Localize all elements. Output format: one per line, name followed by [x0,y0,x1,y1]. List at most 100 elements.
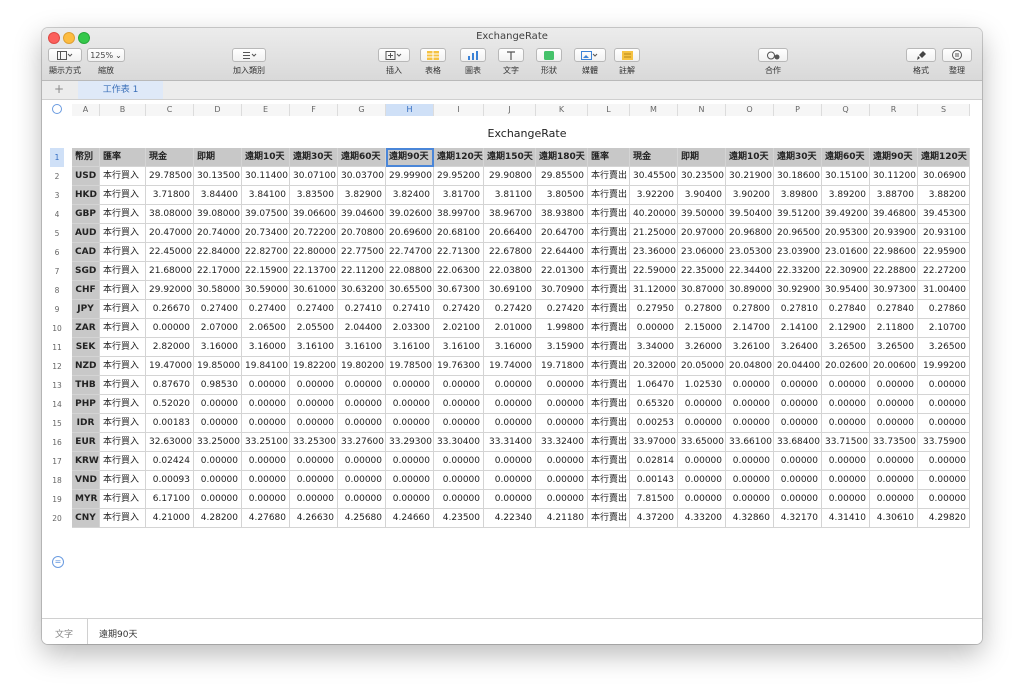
table-cell[interactable]: 0.00000 [386,414,434,433]
table-cell[interactable]: 3.16000 [194,338,242,357]
table-cell[interactable]: 本行賣出 [588,395,630,414]
table-cell[interactable]: 0.00000 [146,319,194,338]
table-cell[interactable]: 2.10700 [918,319,970,338]
table-cell[interactable]: 4.32170 [774,509,822,528]
table-cell[interactable]: 本行買入 [100,395,146,414]
table-cell[interactable]: 0.00000 [194,490,242,509]
table-cell[interactable]: 0.65320 [630,395,678,414]
table-cell[interactable]: 20.96500 [774,224,822,243]
table-cell[interactable]: 4.31410 [822,509,870,528]
table-cell[interactable]: 20.02600 [822,357,870,376]
table-cell[interactable]: 1.06470 [630,376,678,395]
header-cell[interactable]: 即期 [678,148,726,167]
table-cell[interactable]: 3.26500 [870,338,918,357]
table-cell[interactable]: 本行賣出 [588,338,630,357]
table-cell[interactable]: 33.66100 [726,433,774,452]
table-cell[interactable]: 40.20000 [630,205,678,224]
sheet-canvas[interactable]: ExchangeRate = ABCDEFGHIJKLMNOPQRS123456… [42,100,982,618]
header-cell[interactable]: 遠期10天 [726,148,774,167]
table-cell[interactable]: 23.06000 [678,243,726,262]
table-cell[interactable]: 33.29300 [386,433,434,452]
table-cell[interactable]: 22.35000 [678,262,726,281]
table-cell[interactable]: 2.07000 [194,319,242,338]
table-cell[interactable]: 39.08000 [194,205,242,224]
table-cell[interactable]: 2.01000 [484,319,536,338]
table-cell[interactable]: 20.93900 [870,224,918,243]
table-cell[interactable]: 0.00000 [434,414,484,433]
table-cell[interactable]: 本行買入 [100,490,146,509]
table-cell[interactable]: 0.00000 [870,414,918,433]
tab-sheet-1[interactable]: 工作表 1 [78,81,163,99]
table-cell[interactable]: 30.15100 [822,167,870,186]
table-cell[interactable]: 30.97300 [870,281,918,300]
table-cell[interactable]: 0.00000 [338,376,386,395]
row-number[interactable]: 12 [50,357,64,376]
table-cell[interactable]: 39.07500 [242,205,290,224]
column-letter-A[interactable]: A [72,104,100,116]
table-cell[interactable]: 0.00000 [194,414,242,433]
comment-button[interactable]: 註解 [614,48,640,76]
currency-code-cell[interactable]: CNY [72,509,100,528]
table-cell[interactable]: 3.26500 [822,338,870,357]
row-number[interactable]: 11 [50,338,64,357]
table-cell[interactable]: 0.27950 [630,300,678,319]
column-letter-R[interactable]: R [870,104,918,116]
table-cell[interactable]: 0.00000 [822,414,870,433]
table-cell[interactable]: 4.24660 [386,509,434,528]
row-number[interactable]: 1 [50,148,64,167]
table-cell[interactable]: 3.88700 [870,186,918,205]
table-cell[interactable]: 0.00000 [194,471,242,490]
header-cell[interactable]: 遠期120天 [434,148,484,167]
table-cell[interactable]: 4.21000 [146,509,194,528]
table-cell[interactable]: 22.03800 [484,262,536,281]
table-cell[interactable]: 0.00000 [536,452,588,471]
table-cell[interactable]: 22.95900 [918,243,970,262]
table-cell[interactable]: 3.80500 [536,186,588,205]
table-cell[interactable]: 20.96800 [726,224,774,243]
table-cell[interactable]: 21.25000 [630,224,678,243]
chart-button[interactable]: 圖表 [460,48,486,76]
table-cell[interactable]: 0.00000 [434,376,484,395]
table-cell[interactable]: 本行買入 [100,319,146,338]
table-cell[interactable]: 30.23500 [678,167,726,186]
table-cell[interactable]: 4.29820 [918,509,970,528]
table-cell[interactable]: 0.00000 [822,471,870,490]
table-cell[interactable]: 38.08000 [146,205,194,224]
table-cell[interactable]: 0.00000 [870,452,918,471]
table-cell[interactable]: 33.73500 [870,433,918,452]
table-cell[interactable]: 22.77500 [338,243,386,262]
table-cell[interactable]: 2.11800 [870,319,918,338]
currency-code-cell[interactable]: SGD [72,262,100,281]
table-cell[interactable]: 本行賣出 [588,167,630,186]
table-cell[interactable]: 0.27410 [386,300,434,319]
table-cell[interactable]: 0.00000 [484,452,536,471]
table-cell[interactable]: 39.46800 [870,205,918,224]
currency-code-cell[interactable]: ZAR [72,319,100,338]
table-cell[interactable]: 22.64400 [536,243,588,262]
column-letter-E[interactable]: E [242,104,290,116]
table-cell[interactable]: 0.00000 [678,471,726,490]
table-cell[interactable]: 3.26500 [918,338,970,357]
table-cell[interactable]: 3.16000 [484,338,536,357]
table-cell[interactable]: 0.27400 [194,300,242,319]
currency-code-cell[interactable]: GBP [72,205,100,224]
header-cell[interactable]: 遠期30天 [290,148,338,167]
row-number[interactable]: 5 [50,224,64,243]
column-letter-G[interactable]: G [338,104,386,116]
table-cell[interactable]: 20.93100 [918,224,970,243]
table-cell[interactable]: 20.64700 [536,224,588,243]
table-cell[interactable]: 33.75900 [918,433,970,452]
table-cell[interactable]: 30.21900 [726,167,774,186]
table-cell[interactable]: 4.30610 [870,509,918,528]
table-cell[interactable]: 4.27680 [242,509,290,528]
table-cell[interactable]: 3.26000 [678,338,726,357]
add-sheet-button[interactable]: + [54,82,64,96]
table-cell[interactable]: 30.69100 [484,281,536,300]
table-cell[interactable]: 30.87000 [678,281,726,300]
column-letter-J[interactable]: J [484,104,536,116]
table-cell[interactable]: 4.22340 [484,509,536,528]
table-cell[interactable]: 19.82200 [290,357,338,376]
table-cell[interactable]: 本行賣出 [588,490,630,509]
table-cell[interactable]: 23.03900 [774,243,822,262]
header-cell[interactable]: 現金 [146,148,194,167]
